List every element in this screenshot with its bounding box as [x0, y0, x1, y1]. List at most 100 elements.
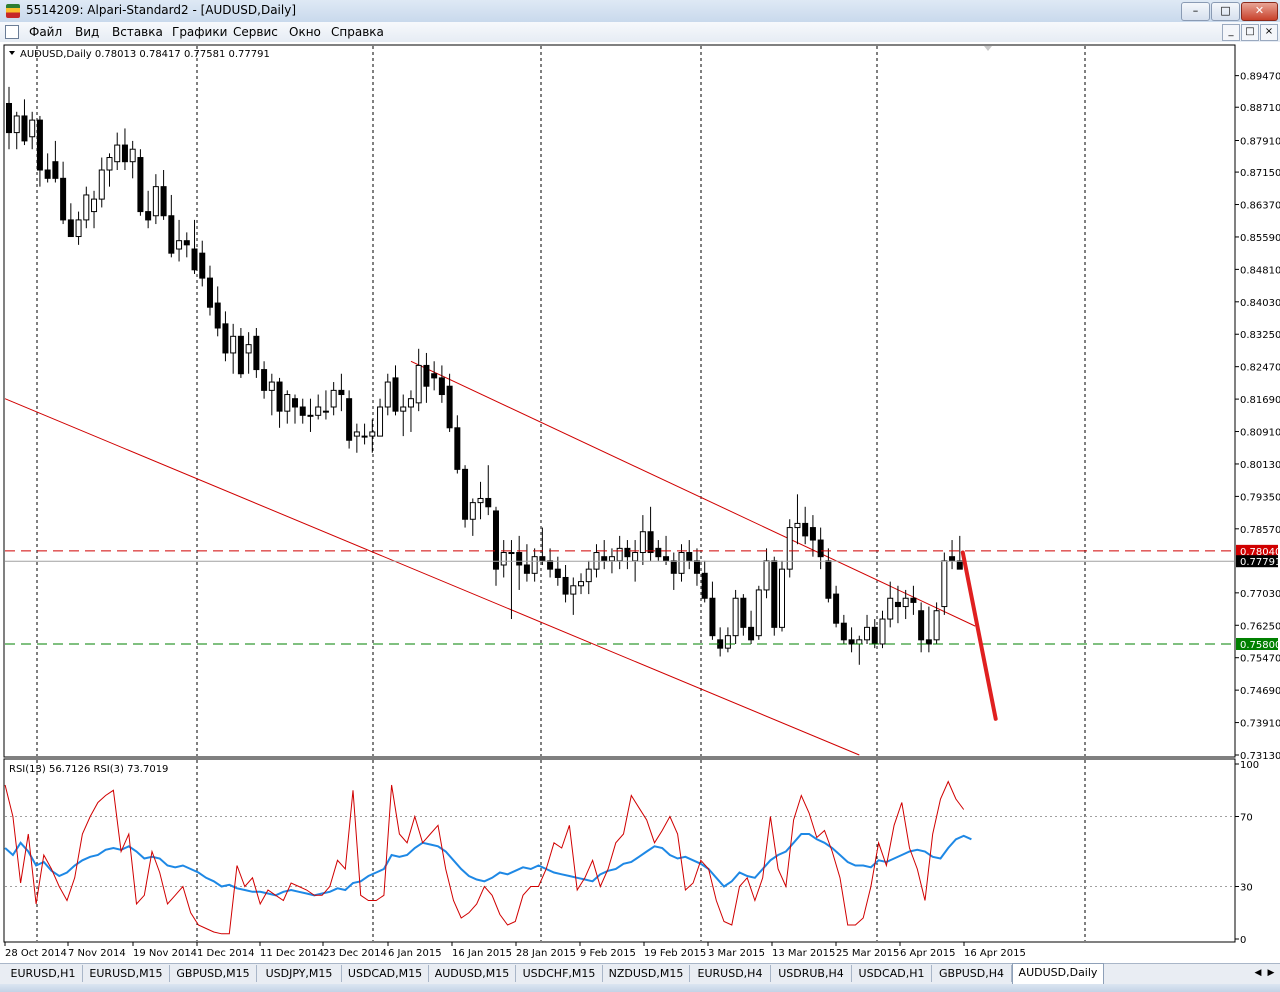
candle-body: [670, 560, 677, 574]
candle-body: [956, 560, 963, 570]
candle-body: [21, 115, 28, 142]
price-tick-label: 0.82470: [1240, 363, 1280, 374]
candle-body: [346, 398, 353, 441]
candle-body: [933, 610, 940, 641]
candle-body: [539, 556, 546, 562]
menu-window[interactable]: Окно: [289, 25, 321, 39]
price-tick-label: 0.76250: [1240, 621, 1280, 632]
candle-body: [67, 219, 74, 238]
date-label: 23 Dec 2014: [323, 948, 387, 959]
rsi-tick-label: 30: [1240, 883, 1253, 894]
menu-view[interactable]: Вид: [75, 25, 99, 39]
candle-body: [894, 601, 901, 608]
tab-usdchf-m15[interactable]: USDCHF,M15: [516, 965, 603, 982]
candle-body: [361, 435, 368, 438]
candle-body: [779, 568, 785, 628]
tab-eurusd-m15[interactable]: EURUSD,M15: [83, 965, 170, 982]
date-label: 7 Nov 2014: [68, 948, 126, 959]
tab-nzdusd-m15[interactable]: NZDUSD,M15: [603, 965, 690, 982]
candle-body: [191, 248, 198, 271]
candle-body: [608, 556, 615, 562]
candle-body: [299, 406, 306, 416]
candle-body: [91, 198, 98, 213]
chart-tabs: EURUSD,H1 EURUSD,M15 GBPUSD,M15 USDJPY,M…: [0, 963, 1280, 984]
date-label: 28 Oct 2014: [5, 948, 67, 959]
chart-background: [0, 42, 1280, 963]
date-label: 6 Jan 2015: [388, 948, 442, 959]
candle-body: [578, 581, 585, 587]
candle-body: [44, 169, 51, 179]
candle-body: [531, 556, 538, 574]
menu-charts[interactable]: Графики: [172, 25, 227, 39]
candle-body: [222, 323, 229, 354]
candle-body: [663, 556, 670, 562]
current-price-label: 0.77791: [1240, 557, 1280, 568]
price-chart[interactable]: 0.89470 0.88710 0.87910 0.87150 0.86370 0.855…: [0, 42, 1280, 963]
menu-help[interactable]: Справка: [331, 25, 384, 39]
taskbar: [0, 984, 1280, 992]
candle-body: [678, 552, 685, 574]
candle-body: [98, 169, 105, 200]
tab-gbpusd-h4[interactable]: GBPUSD,H4: [932, 965, 1012, 982]
candle-body: [639, 531, 646, 554]
price-tick-label: 0.79350: [1240, 492, 1280, 503]
rsi-tick-label: 0: [1240, 935, 1246, 946]
close-button[interactable]: ✕: [1241, 2, 1278, 21]
candle-body: [910, 597, 917, 603]
candle-body: [709, 597, 716, 637]
tab-usdcad-m15[interactable]: USDCAD,M15: [342, 965, 429, 982]
candle-body: [523, 564, 530, 574]
candle-body: [477, 497, 484, 504]
candle-body: [879, 618, 886, 645]
tab-usdcad-h1[interactable]: USDCAD,H1: [852, 965, 932, 982]
candle-body: [245, 344, 252, 354]
candle-body: [562, 576, 569, 595]
candle-body: [29, 119, 36, 138]
mdi-minimize-button[interactable]: _: [1222, 24, 1240, 41]
tab-gbpusd-m15[interactable]: GBPUSD,M15: [170, 965, 257, 982]
candle-body: [500, 552, 507, 566]
price-tick-label: 0.89470: [1240, 72, 1280, 83]
tab-usdrub-h4[interactable]: USDRUB,H4: [771, 965, 852, 982]
menu-tools[interactable]: Сервис: [233, 25, 278, 39]
candle-body: [307, 414, 314, 417]
candle-body: [740, 597, 747, 628]
candle-body: [802, 522, 809, 537]
candle-body: [392, 377, 399, 412]
candle-body: [121, 144, 128, 163]
candle-body: [624, 547, 631, 558]
tab-eurusd-h1[interactable]: EURUSD,H1: [4, 965, 83, 982]
candle-body: [763, 560, 770, 591]
candle-body: [887, 597, 894, 620]
candle-body: [52, 161, 59, 179]
candle-body: [106, 157, 113, 171]
maximize-button[interactable]: □: [1211, 2, 1240, 21]
candle-body: [771, 560, 778, 628]
tab-usdjpy-m15[interactable]: USDJPY,M15: [257, 965, 342, 982]
date-label: 3 Mar 2015: [708, 948, 765, 959]
candle-body: [693, 560, 700, 574]
chart-window-icon[interactable]: [5, 25, 19, 39]
candle-body: [701, 572, 708, 599]
mdi-close-button[interactable]: ×: [1260, 24, 1278, 41]
price-tick-label: 0.87150: [1240, 168, 1280, 179]
candle-body: [407, 398, 414, 408]
minimize-button[interactable]: –: [1181, 2, 1210, 21]
rsi-tick-label: 70: [1240, 813, 1253, 824]
candle-body: [755, 589, 762, 637]
mdi-restore-button[interactable]: □: [1241, 24, 1259, 41]
tab-audusd-daily[interactable]: AUDUSD,Daily: [1012, 963, 1104, 984]
tab-scroll-right-icon[interactable]: ▶: [1265, 966, 1277, 980]
candle-body: [554, 568, 561, 578]
menu-insert[interactable]: Вставка: [112, 25, 163, 39]
candle-body: [160, 186, 167, 217]
candle-body: [446, 385, 453, 429]
candle-body: [75, 219, 82, 238]
date-label: 16 Apr 2015: [964, 948, 1026, 959]
tab-scroll-left-icon[interactable]: ◀: [1252, 966, 1264, 980]
candle-body: [748, 626, 755, 641]
window-title: 5514209: Alpari-Standard2 - [AUDUSD,Dail…: [26, 3, 297, 17]
menu-file[interactable]: Файл: [29, 25, 62, 39]
tab-eurusd-h4[interactable]: EURUSD,H4: [690, 965, 771, 982]
tab-audusd-m15[interactable]: AUDUSD,M15: [429, 965, 516, 982]
